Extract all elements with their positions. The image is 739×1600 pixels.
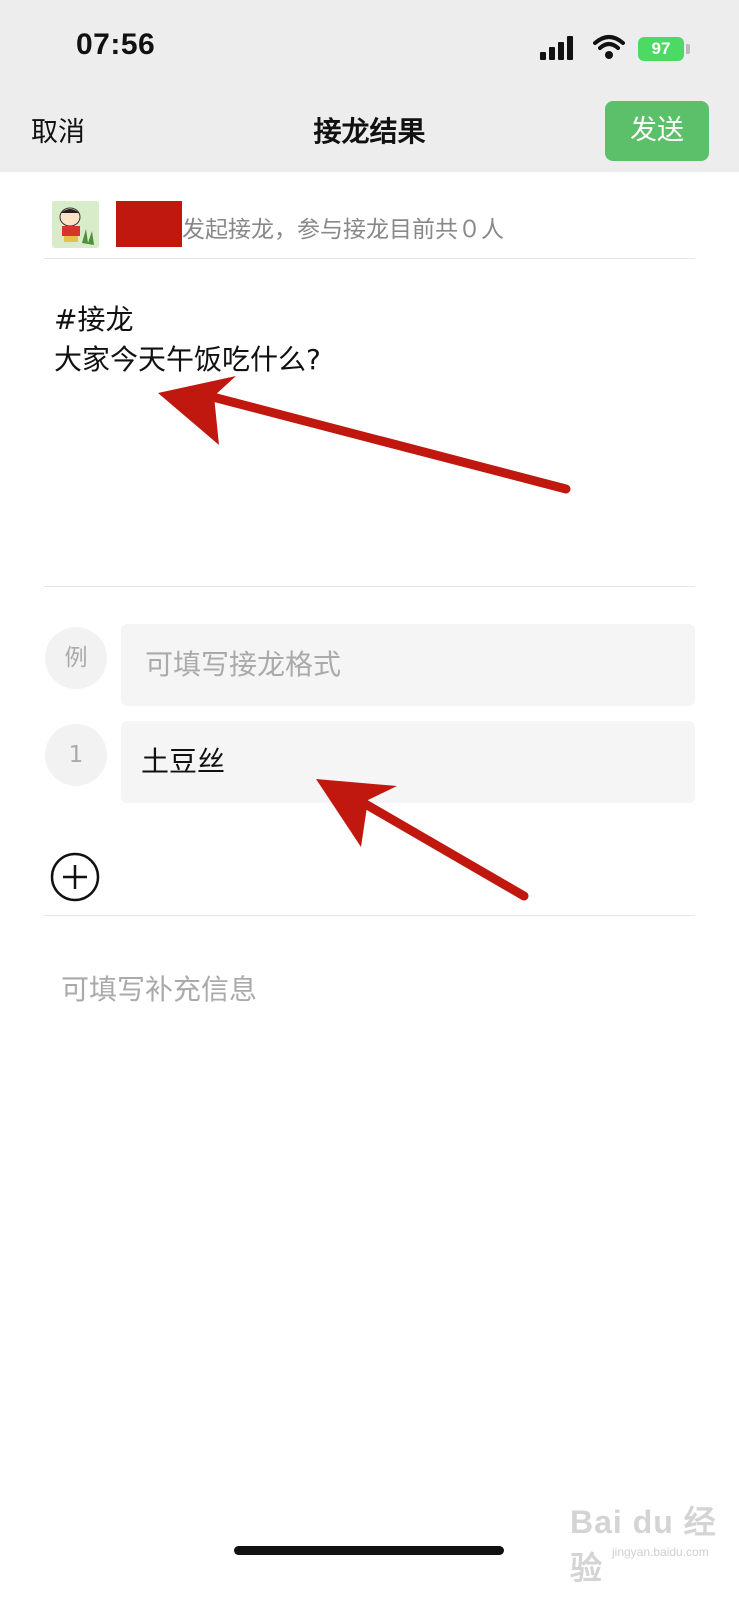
annotation-arrow-icon (316, 779, 529, 901)
watermark-url: jingyan.baidu.com (612, 1545, 709, 1559)
annotation-arrows (158, 376, 571, 901)
watermark-logo: Bai du 经验 (570, 1504, 717, 1586)
annotation-arrow-icon (158, 376, 571, 494)
home-indicator[interactable] (234, 1546, 504, 1555)
